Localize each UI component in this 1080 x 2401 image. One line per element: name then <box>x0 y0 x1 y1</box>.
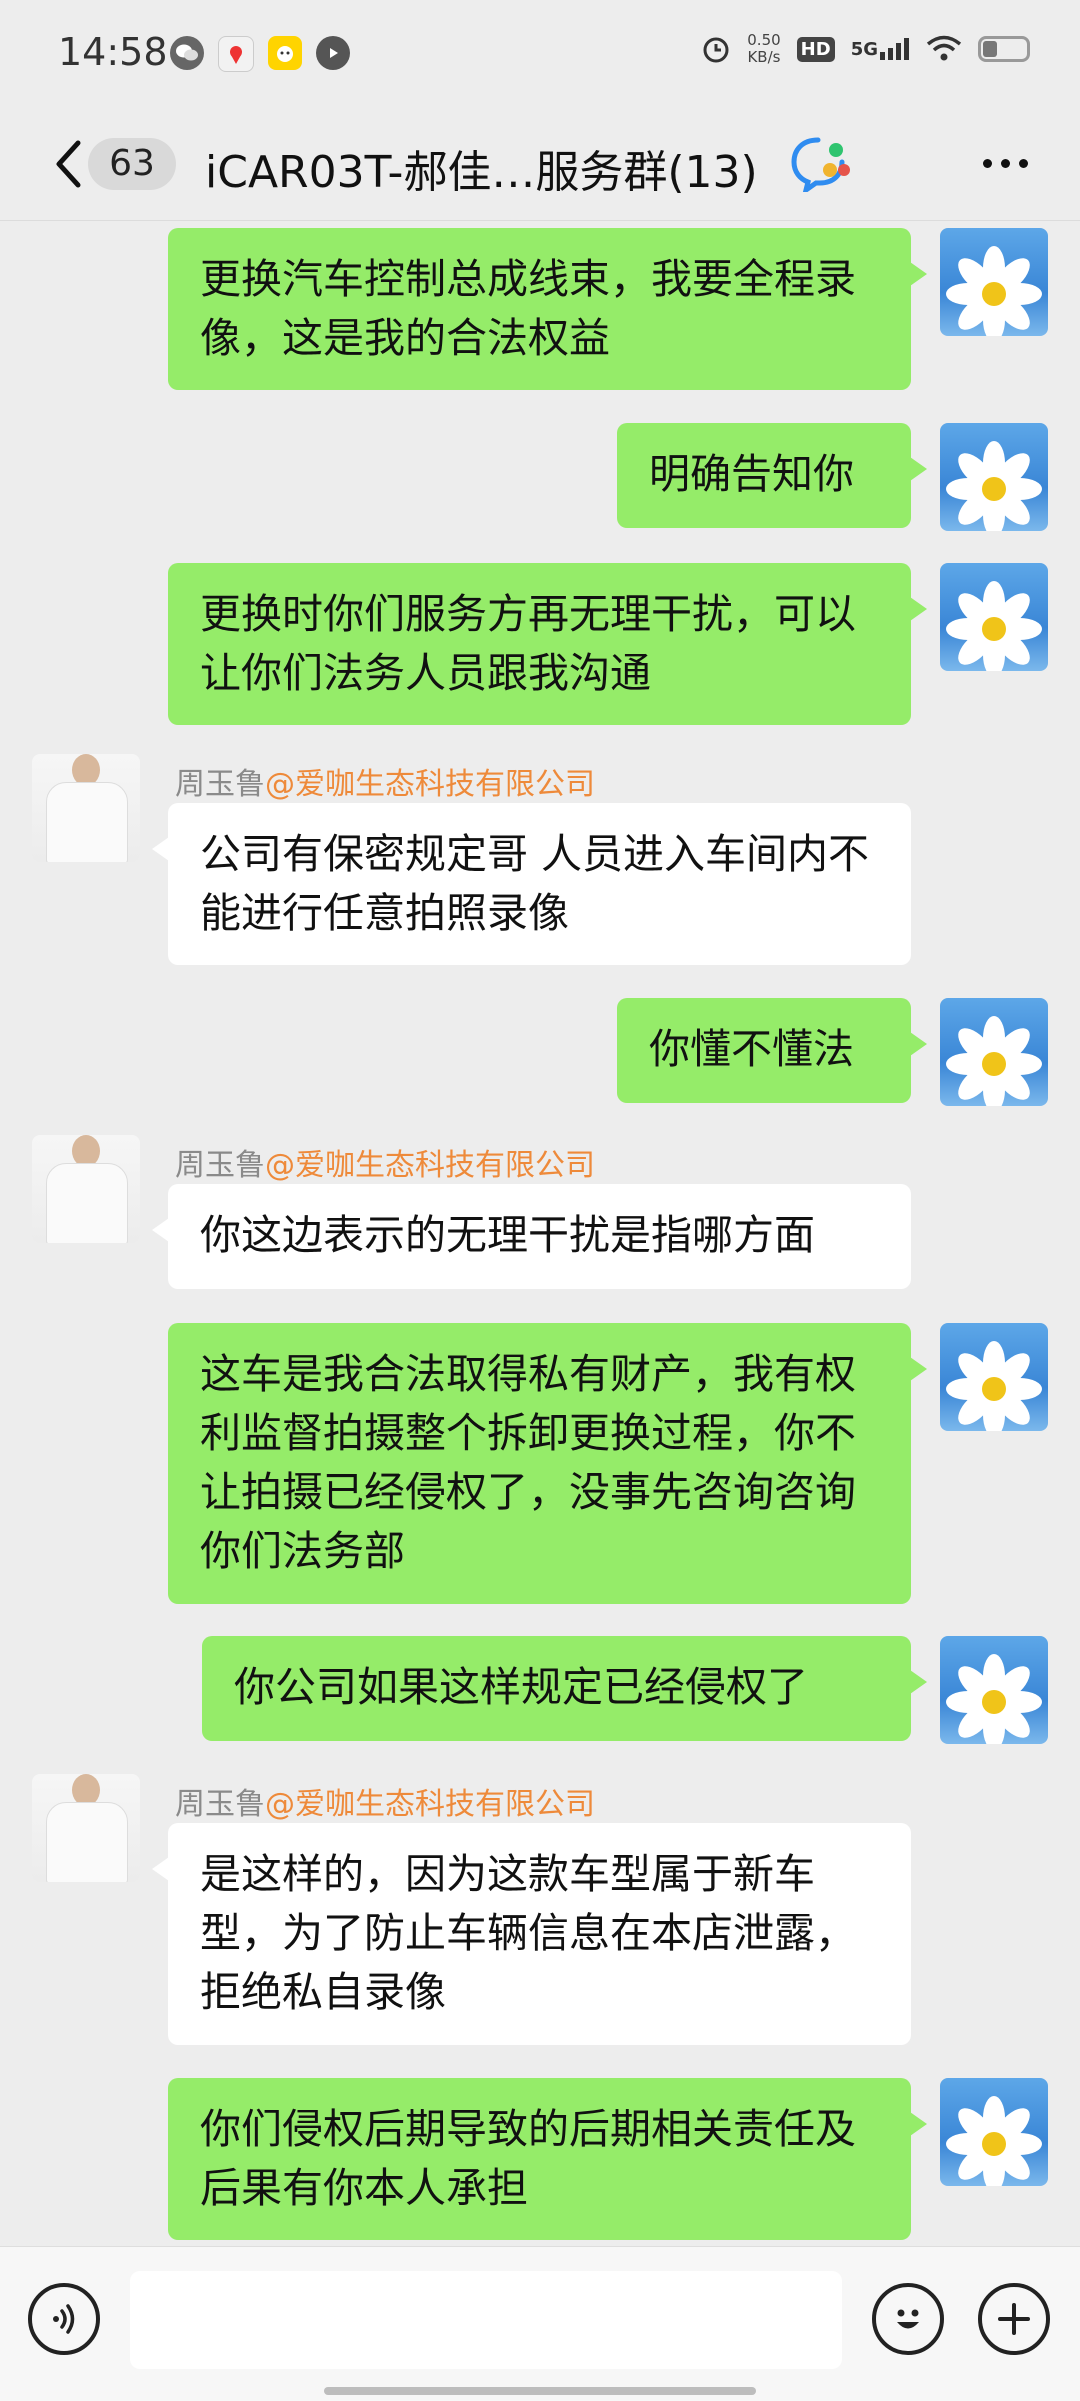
self-avatar[interactable] <box>940 563 1048 671</box>
wifi-icon <box>926 35 962 61</box>
emoji-button[interactable] <box>872 2283 944 2355</box>
avatar-shirt <box>46 782 128 862</box>
more-dot-icon <box>1000 158 1010 168</box>
notification-icons <box>170 36 350 72</box>
voice-icon <box>53 2304 75 2334</box>
message-bubble[interactable]: 你们侵权后期导致的后期相关责任及后果有你本人承担 <box>168 2078 927 2240</box>
self-avatar[interactable] <box>940 423 1048 531</box>
flower-center <box>982 617 1006 641</box>
message-input[interactable] <box>130 2271 842 2369</box>
voice-input-button[interactable] <box>28 2283 100 2355</box>
system-status-icons: 0.50 KB/s HD 5G <box>701 32 1030 66</box>
sender-line: 周玉鲁@爱咖生态科技有限公司 <box>175 1140 595 1184</box>
message-bubble[interactable]: 这车是我合法取得私有财产，我有权利监督拍摄整个拆卸更换过程，你不让拍摄已经侵权了… <box>168 1323 927 1604</box>
message-bubble[interactable]: 明确告知你 <box>617 423 927 528</box>
plus-icon <box>998 2303 1030 2335</box>
network-speed: 0.50 KB/s <box>747 32 780 66</box>
self-avatar[interactable] <box>940 1323 1048 1431</box>
status-time: 14:58 <box>58 30 168 74</box>
battery-level <box>983 41 997 57</box>
flower-center <box>982 282 1006 306</box>
sender-avatar[interactable] <box>32 754 140 862</box>
message-bubble[interactable]: 更换时你们服务方再无理干扰，可以让你们法务人员跟我沟通 <box>168 563 927 725</box>
sender-org: @爱咖生态科技有限公司 <box>265 1148 595 1183</box>
map-app-icon <box>218 36 254 72</box>
more-options-button[interactable] <box>970 138 1040 188</box>
more-dot-icon <box>982 158 992 168</box>
self-avatar[interactable] <box>940 998 1048 1106</box>
sender-name: 周玉鲁 <box>175 767 265 802</box>
sender-name: 周玉鲁 <box>175 1148 265 1183</box>
self-avatar[interactable] <box>940 2078 1048 2186</box>
message-list[interactable]: 更换汽车控制总成线束，我要全程录像，这是我的合法权益 明确告知你 更换时你们服务… <box>0 221 1080 2246</box>
sender-line: 周玉鲁@爱咖生态科技有限公司 <box>175 1779 595 1823</box>
flower-center <box>982 1052 1006 1076</box>
media-player-icon <box>316 36 350 70</box>
sender-org: @爱咖生态科技有限公司 <box>265 767 595 802</box>
flower-center <box>982 477 1006 501</box>
self-avatar[interactable] <box>940 1636 1048 1744</box>
message-bubble[interactable]: 更换汽车控制总成线束，我要全程录像，这是我的合法权益 <box>168 228 927 390</box>
status-bar: 14:58 0.50 KB/s HD 5G <box>0 0 1080 110</box>
cellular-signal-icon: 5G <box>851 38 910 60</box>
unread-count-badge[interactable]: 63 <box>88 138 176 190</box>
network-speed-unit: KB/s <box>747 48 781 66</box>
more-functions-button[interactable] <box>978 2283 1050 2355</box>
smiley-icon <box>897 2309 919 2329</box>
message-bubble[interactable]: 公司有保密规定哥 人员进入车间内不能进行任意拍照录像 <box>152 803 911 965</box>
hd-badge: HD <box>796 36 835 62</box>
avatar-shirt <box>46 1163 128 1243</box>
network-speed-value: 0.50 <box>747 31 781 49</box>
wechat-notification-icon <box>170 36 204 70</box>
shopping-app-icon <box>268 36 302 70</box>
battery-icon <box>978 36 1030 62</box>
chevron-left-icon <box>56 140 81 188</box>
home-indicator[interactable] <box>324 2387 756 2395</box>
sender-name: 周玉鲁 <box>175 1787 265 1822</box>
network-type: 5G <box>850 39 878 60</box>
more-dot-icon <box>1018 158 1028 168</box>
avatar-shirt <box>46 1802 128 1882</box>
flower-center <box>982 1377 1006 1401</box>
flower-center <box>982 2132 1006 2156</box>
chat-title: iCAR03T-郝佳…服务群(13) <box>205 147 758 198</box>
self-avatar[interactable] <box>940 228 1048 336</box>
message-bubble[interactable]: 你懂不懂法 <box>617 998 927 1103</box>
chat-header: 63 iCAR03T-郝佳…服务群(13) <box>0 110 1080 221</box>
alarm-icon <box>703 37 729 63</box>
group-assistant-icon[interactable] <box>790 136 852 192</box>
message-bubble[interactable]: 你这边表示的无理干扰是指哪方面 <box>152 1184 911 1289</box>
sender-line: 周玉鲁@爱咖生态科技有限公司 <box>175 759 595 803</box>
input-bar <box>0 2246 1080 2401</box>
sender-avatar[interactable] <box>32 1135 140 1243</box>
message-bubble[interactable]: 你公司如果这样规定已经侵权了 <box>202 1636 927 1741</box>
sender-avatar[interactable] <box>32 1774 140 1882</box>
flower-center <box>982 1690 1006 1714</box>
message-bubble[interactable]: 是这样的，因为这款车型属于新车型，为了防止车辆信息在本店泄露，拒绝私自录像 <box>152 1823 911 2045</box>
sender-org: @爱咖生态科技有限公司 <box>265 1787 595 1822</box>
